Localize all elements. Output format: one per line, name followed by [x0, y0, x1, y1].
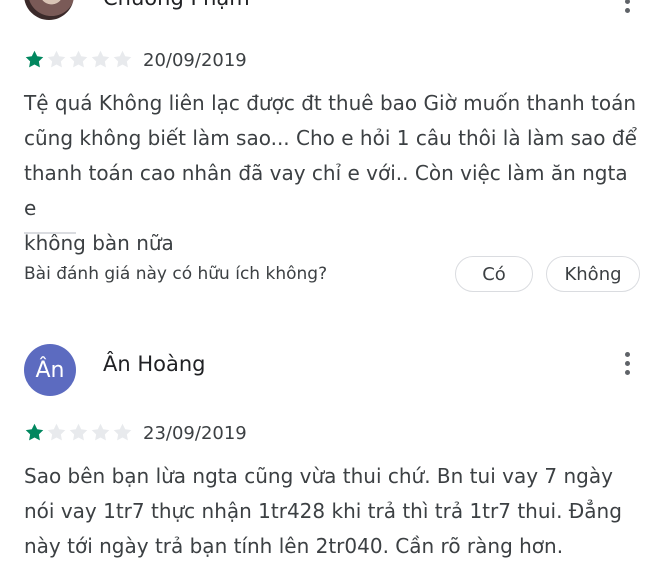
- review-date: 23/09/2019: [143, 423, 247, 444]
- reviewer-avatar: [24, 0, 74, 20]
- review-text: Sao bên bạn lừa ngta cũng vừa thui chứ. …: [24, 459, 646, 564]
- reviewer-name: Chương Phạm: [103, 0, 250, 10]
- review-text-line: Tệ quá Không liên lạc được đt thuê bao G…: [24, 91, 637, 115]
- reviewer-avatar: Ân: [24, 344, 76, 396]
- helpful-question: Bài đánh giá này có hữu ích không?: [24, 264, 328, 284]
- review-text-line: này tới ngày trả bạn tính lên 2tr040. Cầ…: [24, 534, 564, 558]
- star-empty-icon: [69, 50, 88, 68]
- review-text-line: cũng không biết làm sao... Cho e hỏi 1 c…: [24, 126, 637, 150]
- review-text-line: thanh toán cao nhân đã vay chỉ e với.. C…: [24, 161, 628, 220]
- star-empty-icon: [69, 423, 88, 441]
- star-empty-icon: [91, 50, 110, 68]
- star-rating: [24, 49, 133, 70]
- star-rating: [24, 422, 133, 443]
- helpful-yes-button[interactable]: Có: [455, 256, 533, 292]
- reviewer-name: Ân Hoàng: [103, 352, 206, 376]
- star-empty-icon: [113, 423, 132, 441]
- review-text-line: không bàn nữa: [24, 231, 174, 255]
- star-empty-icon: [47, 423, 66, 441]
- star-empty-icon: [47, 50, 66, 68]
- more-options-icon[interactable]: [621, 0, 633, 13]
- helpful-no-button[interactable]: Không: [546, 256, 640, 292]
- divider: [24, 232, 76, 234]
- review-text-line: Sao bên bạn lừa ngta cũng vừa thui chứ. …: [24, 464, 613, 488]
- star-filled-icon: [25, 50, 44, 68]
- star-filled-icon: [25, 423, 44, 441]
- more-options-icon[interactable]: [621, 352, 633, 375]
- review-date: 20/09/2019: [143, 50, 247, 71]
- review-text-line: nói vay 1tr7 thực nhận 1tr428 khi trả th…: [24, 499, 622, 523]
- star-empty-icon: [113, 50, 132, 68]
- review-text: Tệ quá Không liên lạc được đt thuê bao G…: [24, 86, 646, 261]
- star-empty-icon: [91, 423, 110, 441]
